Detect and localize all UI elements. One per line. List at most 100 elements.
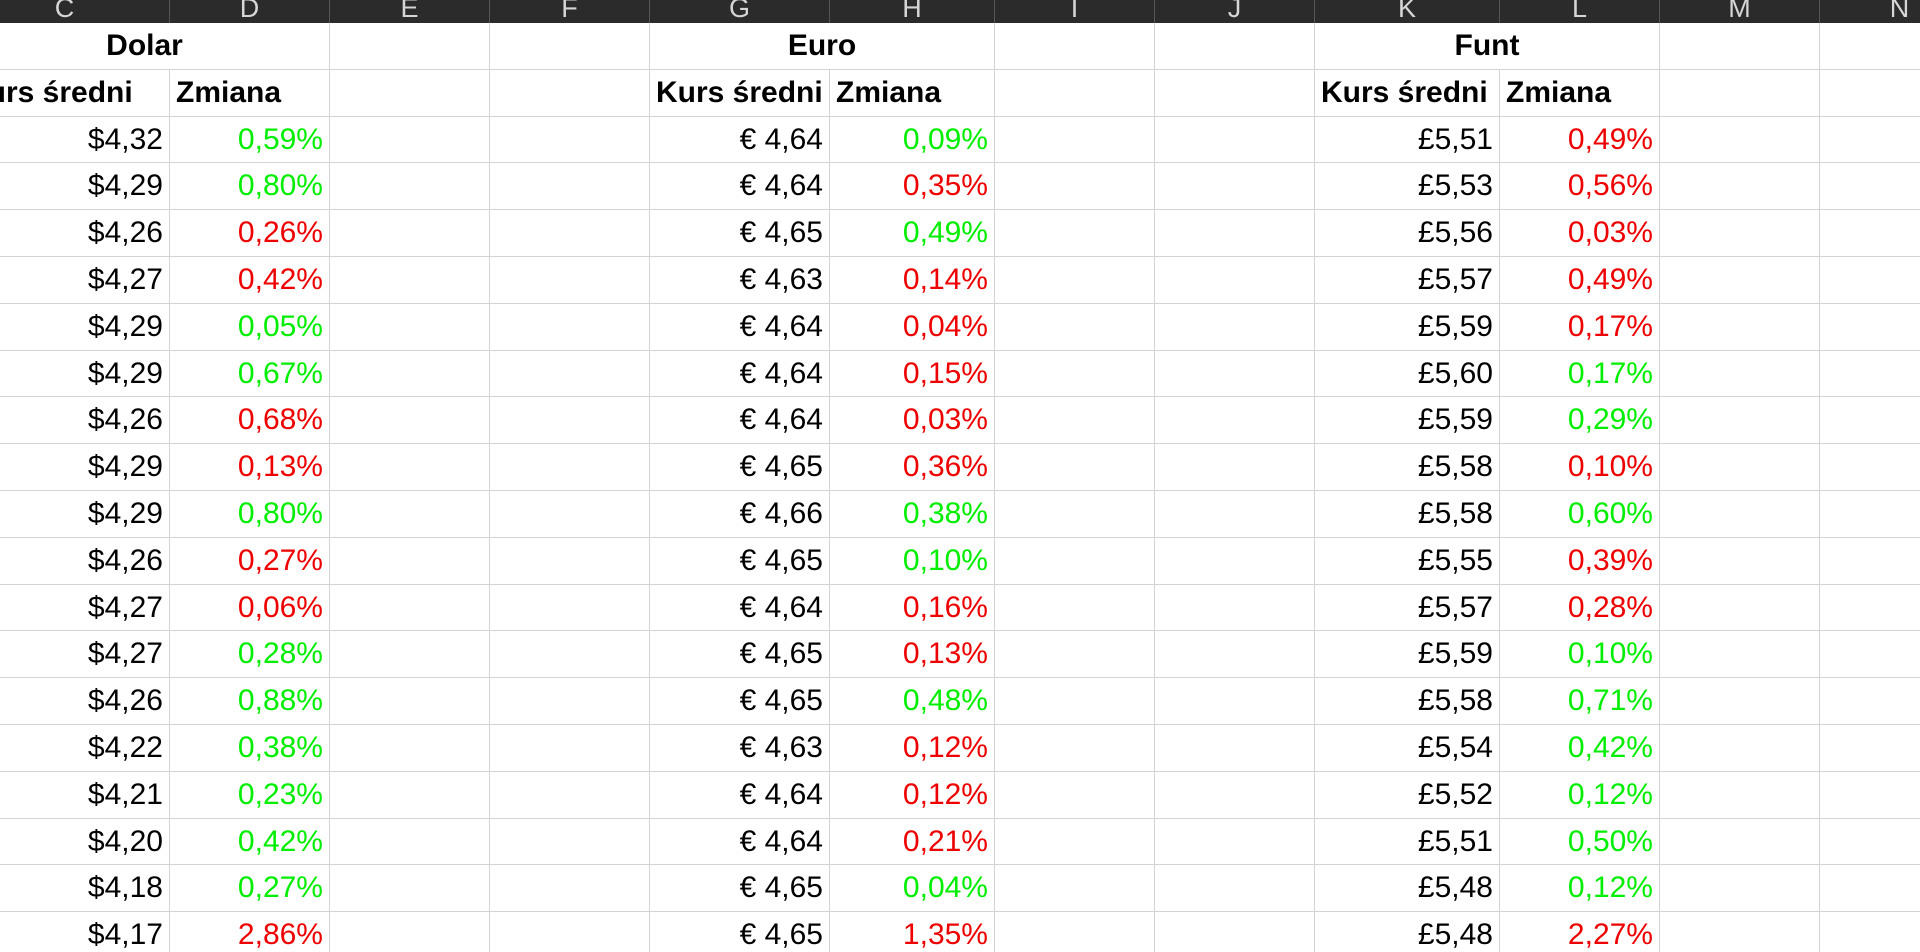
empty-cell[interactable] xyxy=(1820,678,1920,725)
empty-cell[interactable] xyxy=(1660,69,1820,117)
funt-title[interactable]: Funt xyxy=(1315,23,1660,70)
euro-rate-cell[interactable]: € 4,65 xyxy=(650,210,830,257)
dolar-change-cell[interactable]: 0,06% xyxy=(170,584,330,632)
empty-cell[interactable] xyxy=(490,818,650,866)
empty-cell[interactable] xyxy=(330,69,490,117)
empty-cell[interactable] xyxy=(490,444,650,491)
dolar-change-cell[interactable]: 0,38% xyxy=(170,725,330,772)
empty-cell[interactable] xyxy=(490,257,650,304)
euro-change-cell[interactable]: 0,15% xyxy=(830,350,995,398)
euro-rate-cell[interactable]: € 4,65 xyxy=(650,678,830,725)
euro-rate-cell[interactable]: € 4,64 xyxy=(650,771,830,819)
column-header-g[interactable]: G xyxy=(650,0,830,23)
dolar-change-cell[interactable]: 0,59% xyxy=(170,116,330,164)
empty-cell[interactable] xyxy=(330,303,490,351)
empty-cell[interactable] xyxy=(330,818,490,866)
euro-rate-cell[interactable]: € 4,65 xyxy=(650,444,830,491)
empty-cell[interactable] xyxy=(1820,725,1920,772)
euro-rate-cell[interactable]: € 4,65 xyxy=(650,912,830,952)
funt-rate-cell[interactable]: £5,55 xyxy=(1315,537,1500,585)
empty-cell[interactable] xyxy=(1155,678,1315,725)
funt-change-cell[interactable]: 0,12% xyxy=(1500,771,1660,819)
euro-rate-header[interactable]: Kurs średni xyxy=(650,69,830,117)
euro-change-cell[interactable]: 0,09% xyxy=(830,116,995,164)
dolar-rate-cell[interactable]: $4,32 xyxy=(0,116,170,164)
funt-change-cell[interactable]: 0,50% xyxy=(1500,818,1660,866)
empty-cell[interactable] xyxy=(1820,117,1920,164)
empty-cell[interactable] xyxy=(490,491,650,538)
empty-cell[interactable] xyxy=(995,537,1155,585)
empty-cell[interactable] xyxy=(1660,163,1820,211)
funt-change-cell[interactable]: 0,56% xyxy=(1500,163,1660,211)
empty-cell[interactable] xyxy=(1820,163,1920,211)
empty-cell[interactable] xyxy=(1155,865,1315,913)
empty-cell[interactable] xyxy=(995,116,1155,164)
empty-cell[interactable] xyxy=(1155,257,1315,304)
dolar-change-cell[interactable]: 2,86% xyxy=(170,912,330,952)
empty-cell[interactable] xyxy=(330,537,490,585)
funt-rate-cell[interactable]: £5,60 xyxy=(1315,350,1500,398)
euro-change-cell[interactable]: 0,04% xyxy=(830,303,995,351)
euro-change-cell[interactable]: 0,10% xyxy=(830,537,995,585)
empty-cell[interactable] xyxy=(1155,444,1315,491)
column-header-n[interactable]: N xyxy=(1820,0,1920,23)
empty-cell[interactable] xyxy=(1660,350,1820,398)
empty-cell[interactable] xyxy=(1155,303,1315,351)
empty-cell[interactable] xyxy=(1660,303,1820,351)
dolar-rate-cell[interactable]: $4,26 xyxy=(0,397,170,445)
euro-title[interactable]: Euro xyxy=(650,23,995,70)
funt-change-cell[interactable]: 0,39% xyxy=(1500,537,1660,585)
funt-rate-cell[interactable]: £5,52 xyxy=(1315,771,1500,819)
funt-change-cell[interactable]: 0,71% xyxy=(1500,678,1660,725)
empty-cell[interactable] xyxy=(330,631,490,679)
empty-cell[interactable] xyxy=(1820,444,1920,491)
dolar-rate-cell[interactable]: $4,27 xyxy=(0,584,170,632)
dolar-change-cell[interactable]: 0,42% xyxy=(170,257,330,304)
empty-cell[interactable] xyxy=(1660,678,1820,725)
empty-cell[interactable] xyxy=(490,23,650,70)
empty-cell[interactable] xyxy=(330,584,490,632)
empty-cell[interactable] xyxy=(1820,397,1920,445)
empty-cell[interactable] xyxy=(330,678,490,725)
empty-cell[interactable] xyxy=(1660,584,1820,632)
empty-cell[interactable] xyxy=(995,818,1155,866)
euro-rate-cell[interactable]: € 4,64 xyxy=(650,163,830,211)
euro-rate-cell[interactable]: € 4,64 xyxy=(650,397,830,445)
dolar-rate-cell[interactable]: $4,29 xyxy=(0,163,170,211)
empty-cell[interactable] xyxy=(1660,818,1820,866)
empty-cell[interactable] xyxy=(995,303,1155,351)
dolar-change-cell[interactable]: 0,80% xyxy=(170,491,330,538)
empty-cell[interactable] xyxy=(995,771,1155,819)
euro-rate-cell[interactable]: € 4,63 xyxy=(650,257,830,304)
euro-change-cell[interactable]: 0,21% xyxy=(830,818,995,866)
empty-cell[interactable] xyxy=(490,397,650,445)
empty-cell[interactable] xyxy=(1660,397,1820,445)
dolar-change-header[interactable]: Zmiana xyxy=(170,69,330,117)
dolar-rate-cell[interactable]: $4,26 xyxy=(0,210,170,257)
empty-cell[interactable] xyxy=(1820,257,1920,304)
empty-cell[interactable] xyxy=(1155,210,1315,257)
funt-change-cell[interactable]: 0,17% xyxy=(1500,350,1660,398)
funt-rate-cell[interactable]: £5,57 xyxy=(1315,257,1500,304)
empty-cell[interactable] xyxy=(330,865,490,913)
dolar-rate-cell[interactable]: $4,22 xyxy=(0,725,170,772)
euro-change-cell[interactable]: 0,13% xyxy=(830,631,995,679)
empty-cell[interactable] xyxy=(995,350,1155,398)
empty-cell[interactable] xyxy=(490,725,650,772)
euro-change-cell[interactable]: 0,14% xyxy=(830,257,995,304)
funt-rate-cell[interactable]: £5,58 xyxy=(1315,491,1500,538)
empty-cell[interactable] xyxy=(330,912,490,952)
dolar-change-cell[interactable]: 0,88% xyxy=(170,678,330,725)
dolar-rate-cell[interactable]: $4,26 xyxy=(0,678,170,725)
empty-cell[interactable] xyxy=(490,584,650,632)
empty-cell[interactable] xyxy=(995,491,1155,538)
euro-change-cell[interactable]: 0,48% xyxy=(830,678,995,725)
euro-rate-cell[interactable]: € 4,65 xyxy=(650,537,830,585)
dolar-rate-cell[interactable]: $4,29 xyxy=(0,491,170,538)
empty-cell[interactable] xyxy=(490,771,650,819)
empty-cell[interactable] xyxy=(995,865,1155,913)
dolar-change-cell[interactable]: 0,26% xyxy=(170,210,330,257)
dolar-change-cell[interactable]: 0,28% xyxy=(170,631,330,679)
dolar-change-cell[interactable]: 0,80% xyxy=(170,163,330,211)
dolar-rate-cell[interactable]: $4,26 xyxy=(0,537,170,585)
